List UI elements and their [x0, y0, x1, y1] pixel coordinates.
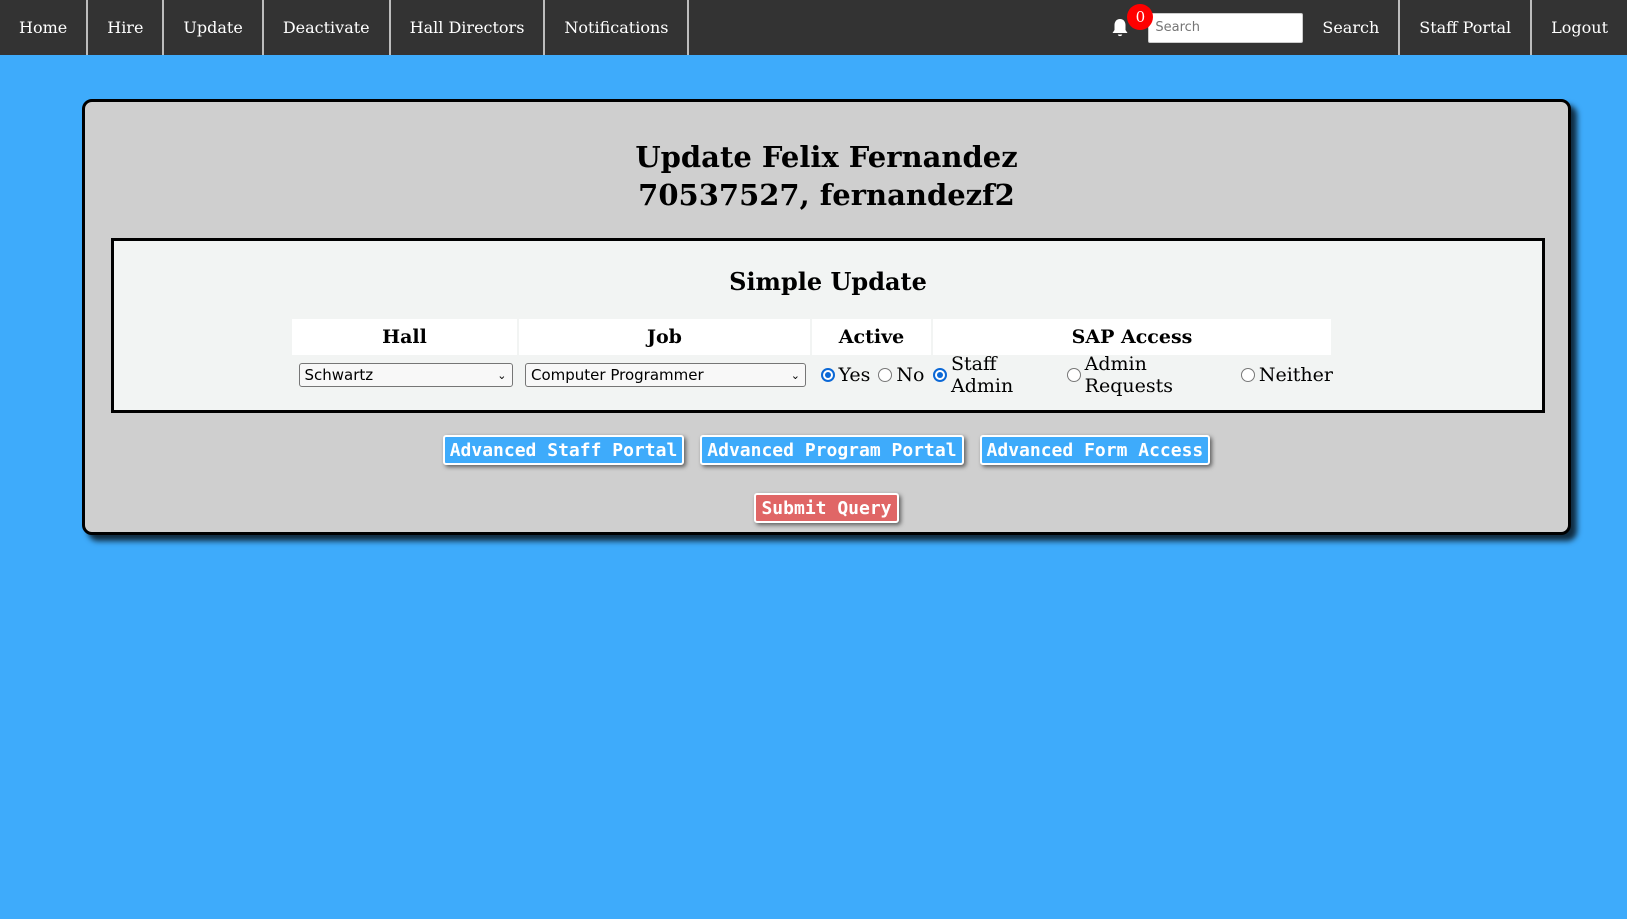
advanced-staff-portal-button[interactable]: Advanced Staff Portal	[442, 435, 685, 465]
sap-staff-admin-label: Staff Admin	[951, 353, 1014, 397]
active-cell: Yes No	[812, 355, 933, 395]
submit-row: Submit Query	[85, 493, 1568, 523]
search-button[interactable]: Search	[1303, 0, 1398, 55]
nav-staff-portal[interactable]: Staff Portal	[1398, 0, 1530, 55]
nav-hall-directors[interactable]: Hall Directors	[391, 0, 546, 55]
job-header: Job	[519, 319, 810, 355]
hall-select[interactable]: Schwartz ⌄	[298, 363, 513, 387]
advanced-program-portal-button[interactable]: Advanced Program Portal	[700, 435, 964, 465]
top-navbar: Home Hire Update Deactivate Hall Directo…	[0, 0, 1627, 55]
title-id: 70537527, fernandezf2	[638, 178, 1015, 212]
update-card: Update Felix Fernandez 70537527, fernand…	[82, 99, 1571, 535]
nav-right-group: 0 Search Staff Portal Logout	[1100, 0, 1627, 55]
nav-update[interactable]: Update	[164, 0, 264, 55]
hall-column: Hall Schwartz ⌄	[292, 319, 519, 395]
job-column: Job Computer Programmer ⌄	[519, 319, 812, 395]
sap-neither-radio[interactable]	[1240, 368, 1255, 382]
active-yes-label: Yes	[838, 364, 871, 386]
sap-column: SAP Access Staff Admin Admin Requests Ne…	[933, 319, 1333, 397]
page-title: Update Felix Fernandez 70537527, fernand…	[85, 138, 1568, 214]
advanced-buttons-row: Advanced Staff Portal Advanced Program P…	[85, 435, 1568, 465]
active-radio-group: Yes No	[820, 364, 925, 386]
simple-update-panel: Simple Update Hall Schwartz ⌄ Job Comput…	[111, 238, 1545, 413]
nav-deactivate[interactable]: Deactivate	[264, 0, 391, 55]
active-yes-radio[interactable]	[820, 368, 835, 382]
hall-cell: Schwartz ⌄	[292, 355, 519, 395]
job-select-value: Computer Programmer	[531, 366, 704, 384]
active-header: Active	[812, 319, 931, 355]
title-name: Update Felix Fernandez	[635, 140, 1018, 174]
update-table: Hall Schwartz ⌄ Job Computer Programmer …	[292, 319, 1333, 397]
sap-header: SAP Access	[933, 319, 1331, 355]
simple-update-title: Simple Update	[729, 267, 927, 296]
nav-logout[interactable]: Logout	[1530, 0, 1627, 55]
active-no-radio[interactable]	[878, 368, 893, 382]
nav-left-group: Home Hire Update Deactivate Hall Directo…	[0, 0, 690, 55]
nav-notifications[interactable]: Notifications	[545, 0, 690, 55]
sap-admin-requests-radio[interactable]	[1066, 368, 1081, 382]
active-column: Active Yes No	[812, 319, 933, 395]
job-cell: Computer Programmer ⌄	[519, 355, 812, 395]
notification-bell[interactable]: 0	[1100, 0, 1154, 55]
hall-header: Hall	[292, 319, 517, 355]
sap-admin-requests-label: Admin Requests	[1084, 353, 1173, 397]
sap-cell: Staff Admin Admin Requests Neither	[933, 353, 1333, 397]
sap-neither-label: Neither	[1258, 364, 1333, 386]
search-input[interactable]	[1148, 12, 1304, 43]
chevron-down-icon: ⌄	[497, 368, 507, 382]
active-no-label: No	[896, 364, 925, 386]
sap-staff-admin-radio[interactable]	[933, 368, 947, 382]
chevron-down-icon: ⌄	[790, 368, 800, 382]
advanced-form-access-button[interactable]: Advanced Form Access	[979, 435, 1211, 465]
nav-home[interactable]: Home	[0, 0, 89, 55]
submit-query-button[interactable]: Submit Query	[754, 493, 899, 523]
sap-radio-group: Staff Admin Admin Requests Neither	[933, 353, 1333, 397]
hall-select-value: Schwartz	[304, 366, 374, 384]
nav-hire[interactable]: Hire	[88, 0, 165, 55]
job-select[interactable]: Computer Programmer ⌄	[525, 363, 806, 387]
